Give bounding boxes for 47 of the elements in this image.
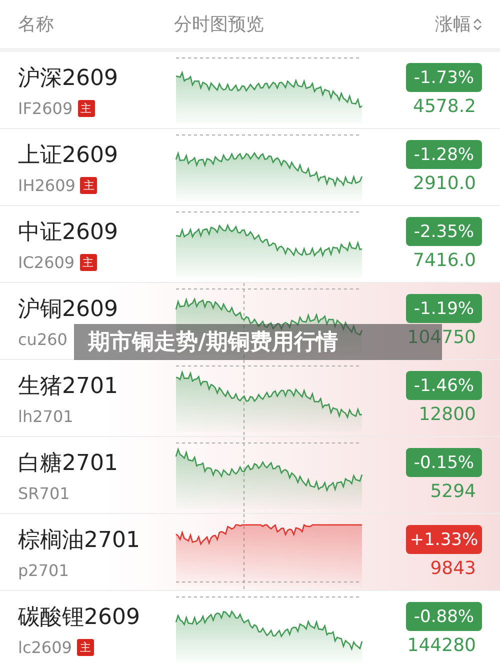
price-value: 144280 (407, 635, 476, 656)
contract-code: IH2609 (18, 176, 76, 194)
quote-row[interactable]: 中证2609 IC2609 主 -2.35% 7416.0 (0, 206, 500, 283)
quote-row[interactable]: 白糖2701 SR701 -0.15% 5294 (0, 437, 500, 514)
contract-code: IF2609 (18, 98, 73, 118)
main-badge: 主 (80, 254, 97, 270)
contract-code: lh2701 (18, 406, 74, 426)
contract-code: IC2609 (18, 252, 75, 272)
change-badge: -2.35% (406, 217, 482, 246)
quote-row[interactable]: 生猪2701 lh2701 -1.46% 12800 (0, 360, 500, 437)
change-badge: -1.28% (406, 140, 482, 169)
contract-code: lc2609 (18, 638, 72, 656)
main-badge: 主 (78, 100, 95, 116)
main-badge: 主 (80, 176, 98, 194)
main-badge: 主 (76, 638, 94, 656)
contract-name: 上证2609 (18, 142, 119, 170)
quote-row[interactable]: 上证2609 IH2609 主 -1.28% 2910.0 (0, 129, 500, 206)
column-header: 分时图预览 (174, 13, 265, 36)
contract-name: 白糖2701 (18, 450, 119, 478)
contract-name: 棕榈油2701 (18, 526, 141, 554)
price-value: 4578.2 (413, 96, 476, 117)
change-badge: -1.46% (406, 371, 482, 400)
contract-code: SR701 (18, 484, 70, 502)
price-value: 2910.0 (413, 173, 476, 194)
change-badge: -1.73% (406, 63, 482, 92)
contract-name: 沪深2609 (18, 64, 119, 92)
change-badge: -0.15% (406, 448, 482, 477)
contract-name: 碳酸锂2609 (18, 604, 141, 632)
price-value: 12800 (418, 404, 476, 425)
sort-header[interactable]: 涨幅 (435, 12, 482, 36)
contract-name: 中证2609 (18, 218, 119, 246)
contract-name: 生猪2701 (18, 372, 119, 400)
change-badge: -0.88% (406, 602, 482, 631)
quote-row[interactable]: 棕榈油2701 p2701 +1.33% 9843 (0, 514, 500, 591)
price-value: 9843 (430, 558, 476, 579)
contract-name: 沪铜2609 (18, 296, 119, 324)
change-badge: +1.33% (406, 525, 482, 554)
quote-row[interactable]: 沪深2609 IF2609 主 -1.73% 4578.2 (0, 52, 500, 129)
quote-row[interactable]: 碳酸锂2609 lc2609 主 -0.88% 144280 (0, 591, 500, 665)
contract-code: cu260 (18, 330, 68, 348)
column-header: 名称 (18, 13, 55, 36)
change-badge: -1.19% (406, 294, 482, 323)
sort-icon (473, 18, 482, 30)
price-value: 5294 (430, 481, 476, 502)
price-value: 104750 (407, 327, 476, 348)
price-value: 7416.0 (413, 250, 476, 271)
contract-code: p2701 (18, 560, 69, 580)
